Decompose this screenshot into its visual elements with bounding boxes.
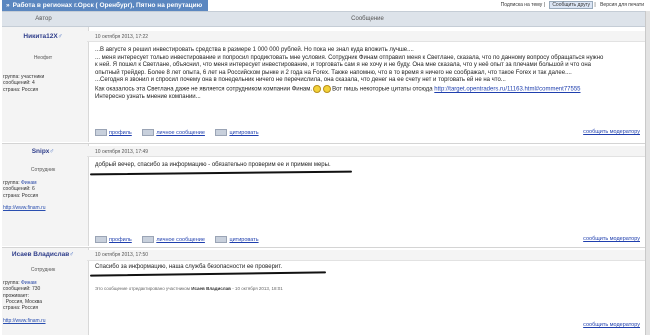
author-website-link[interactable]: http://www.finam.ru xyxy=(3,205,46,211)
post-meta-bar xyxy=(87,250,650,261)
male-icon: ♂ xyxy=(69,251,75,258)
tell-friend-link[interactable]: Сообщить другу xyxy=(549,1,594,9)
post-body xyxy=(89,248,648,335)
author-rank: Сотрудник xyxy=(30,267,56,273)
topic-links: Подписка на тему | Сообщить другу | Верс… xyxy=(500,1,644,9)
author-name[interactable]: Исаев Владислав♂ xyxy=(0,251,86,258)
table-header: Автор Сообщение xyxy=(2,11,648,27)
author-info: группа: Финам сообщений: 730 проживает: … xyxy=(3,280,43,312)
quote-icon xyxy=(215,236,228,243)
post-2 xyxy=(2,144,648,246)
quote-link[interactable]: http://target.opentraders.ru/11163.html#… xyxy=(434,87,580,93)
post-date: 10 октября 2013, 17:22 xyxy=(95,34,149,40)
author-rank: Сотрудник xyxy=(30,167,56,173)
topic-title-text: Работа в регионах г.Орск ( Оренбург), Пя… xyxy=(12,2,203,9)
smile-icon xyxy=(313,84,322,93)
profile-button[interactable]: профиль xyxy=(95,236,132,243)
report-moderator-link[interactable]: сообщить модератору xyxy=(583,322,640,328)
post-actions: профиль личное сообщение цитировать xyxy=(95,129,268,136)
topic-bar: » Работа в регионах г.Орск ( Оренбург), П… xyxy=(0,0,650,11)
quote-icon xyxy=(215,129,228,136)
author-rank: Неофит xyxy=(33,55,53,61)
scrollbar[interactable] xyxy=(645,11,650,335)
edited-note: Это сообщение отредактировано участником… xyxy=(95,286,283,291)
author-column-header: Автор xyxy=(35,16,52,22)
topic-arrow-icon: » xyxy=(6,2,10,9)
male-icon: ♂ xyxy=(57,33,63,40)
topic-title: » Работа в регионах г.Орск ( Оренбург), П… xyxy=(2,0,209,11)
message-icon xyxy=(142,236,155,243)
male-icon: ♂ xyxy=(49,148,55,155)
post-3 xyxy=(2,248,648,335)
post-text: добрый вечер, спасибо за информацию - об… xyxy=(95,162,331,168)
post-date: 10 октября 2013, 17:49 xyxy=(95,149,149,155)
message-column-header: Сообщение xyxy=(351,16,384,22)
author-website-link[interactable]: http://www.finam.ru xyxy=(3,318,46,324)
author-name[interactable]: Snipx♂ xyxy=(0,148,86,155)
quote-button[interactable]: цитировать xyxy=(215,236,259,243)
report-moderator-link[interactable]: сообщить модератору xyxy=(583,129,640,135)
post-text: Спасибо за информацию, наша служба безоп… xyxy=(95,264,283,270)
print-version-link[interactable]: Версия для печати xyxy=(600,2,644,8)
message-icon xyxy=(142,129,155,136)
post-meta-bar xyxy=(87,146,650,157)
author-info: группа: участники сообщений: 4 страна: Р… xyxy=(3,74,45,93)
post-body xyxy=(89,144,648,246)
smile-icon xyxy=(323,84,332,93)
quote-button[interactable]: цитировать xyxy=(215,129,259,136)
private-message-button[interactable]: личное сообщение xyxy=(142,236,205,243)
profile-icon xyxy=(95,129,107,136)
profile-button[interactable]: профиль xyxy=(95,129,132,136)
author-name[interactable]: Никита12Х♂ xyxy=(0,33,86,40)
subscribe-link[interactable]: Подписка на тему xyxy=(501,2,543,8)
post-actions: профиль личное сообщение цитировать xyxy=(95,236,268,243)
post-meta-bar xyxy=(87,31,650,42)
profile-icon xyxy=(95,236,107,243)
post-date: 10 октября 2013, 17:50 xyxy=(95,252,149,258)
post-text: ...В августе я решил инвестировать средс… xyxy=(95,47,604,101)
author-info: группа: Финам сообщений: 6 страна: Росси… xyxy=(3,180,39,199)
report-moderator-link[interactable]: сообщить модератору xyxy=(583,236,640,242)
private-message-button[interactable]: личное сообщение xyxy=(142,129,205,136)
